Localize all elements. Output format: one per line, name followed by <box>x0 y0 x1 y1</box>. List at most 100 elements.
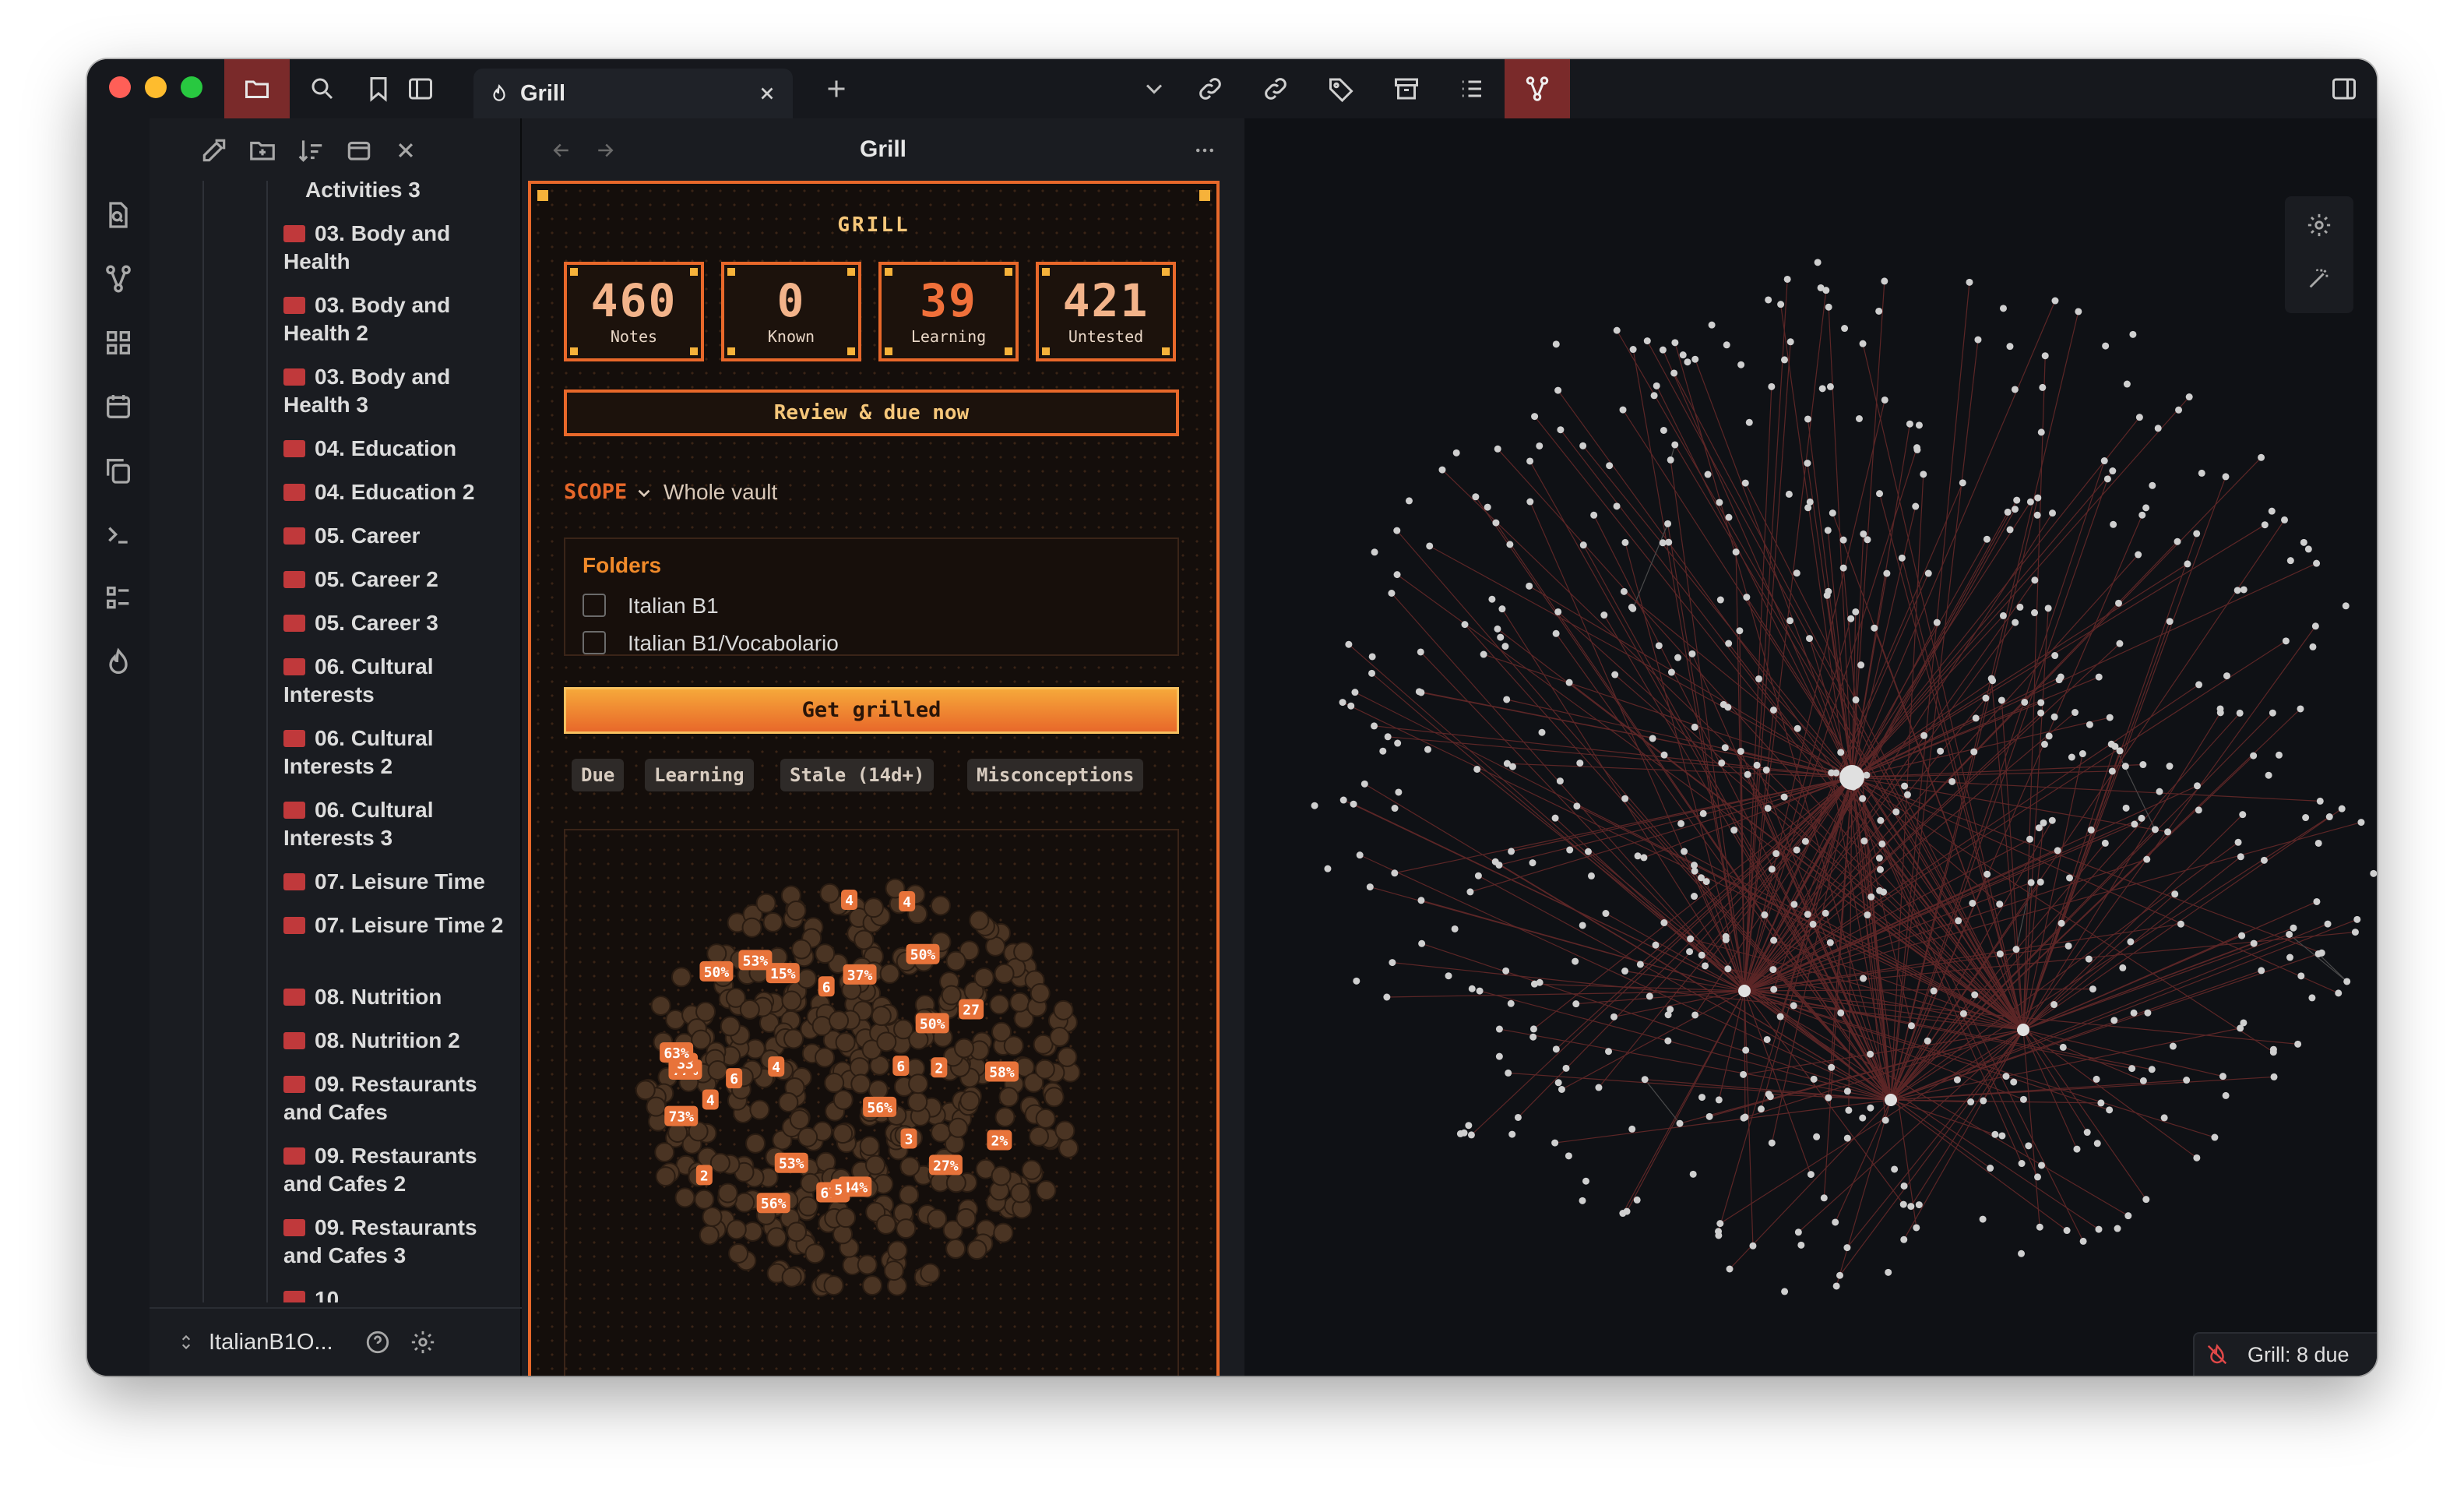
graph-node[interactable] <box>1740 1070 1748 1078</box>
graph-node[interactable] <box>2087 826 2095 834</box>
folder-item[interactable]: 07. Leisure Time 2 <box>283 911 509 939</box>
graph-node[interactable] <box>2316 797 2324 805</box>
graph-node[interactable] <box>1907 1022 1915 1030</box>
graph-node[interactable] <box>1736 627 1744 635</box>
graph-node[interactable] <box>1660 919 1668 927</box>
graph-node[interactable] <box>2129 330 2137 338</box>
graph-node[interactable] <box>1620 587 1628 595</box>
graph-node[interactable] <box>2048 816 2056 824</box>
graph-node[interactable] <box>2018 1160 2026 1168</box>
graph-node[interactable] <box>1621 968 1629 975</box>
graph-node[interactable] <box>1822 909 1829 917</box>
graph-node[interactable] <box>2142 1196 2150 1204</box>
gear-icon[interactable] <box>410 1329 436 1355</box>
card-node[interactable] <box>791 939 812 960</box>
graph-node[interactable] <box>1797 1241 1805 1249</box>
graph-node[interactable] <box>1467 1131 1475 1139</box>
graph-node[interactable] <box>1924 1037 1931 1045</box>
graph-node[interactable] <box>1913 446 1921 453</box>
card-node[interactable] <box>883 1260 904 1281</box>
graph-node[interactable] <box>1777 301 1785 308</box>
graph-node[interactable] <box>1356 851 1364 859</box>
folder-item[interactable]: 10... <box>283 1285 509 1302</box>
graph-node[interactable] <box>1847 615 1855 622</box>
graph-node[interactable] <box>1783 275 1791 283</box>
card-node[interactable] <box>781 1267 802 1288</box>
graph-node[interactable] <box>2130 1009 2138 1017</box>
card-node[interactable] <box>994 1107 1016 1128</box>
graph-node[interactable] <box>2083 1129 2091 1137</box>
graph-node[interactable] <box>2107 740 2115 748</box>
graph-node[interactable] <box>1351 689 1359 696</box>
card-node[interactable] <box>832 1123 854 1144</box>
graph-node[interactable] <box>2031 576 2039 584</box>
graph-node[interactable] <box>1722 932 1730 940</box>
graph-node[interactable] <box>2297 705 2304 713</box>
graph-node[interactable] <box>1629 605 1637 612</box>
graph-node[interactable] <box>2286 953 2293 961</box>
card-node[interactable] <box>1021 1159 1042 1180</box>
graph-node[interactable] <box>1987 675 1995 682</box>
graph-node[interactable] <box>1451 925 1459 932</box>
tags-button[interactable] <box>1308 59 1374 118</box>
close-icon[interactable] <box>757 83 777 104</box>
graph-node[interactable] <box>1793 724 1801 732</box>
graph-node[interactable] <box>1852 608 1860 615</box>
graph-node[interactable] <box>2258 453 2265 461</box>
graph-node[interactable] <box>1498 605 1506 613</box>
graph-node[interactable] <box>1730 827 1738 834</box>
graph-node[interactable] <box>1650 392 1658 400</box>
graph-node[interactable] <box>1765 296 1772 304</box>
graph-node[interactable] <box>1472 493 1480 501</box>
graph-node[interactable] <box>1526 498 1534 506</box>
graph-node[interactable] <box>1826 939 1834 946</box>
graph-view[interactable]: Grill: 8 due <box>1244 118 2377 1376</box>
graph-node[interactable] <box>2093 1140 2101 1147</box>
graph-node[interactable] <box>1715 1096 1723 1104</box>
graph-node[interactable] <box>1999 305 2007 312</box>
more-options-icon[interactable] <box>1193 139 1216 162</box>
graph-node[interactable] <box>1737 747 1744 755</box>
graph-node[interactable] <box>1755 675 1763 682</box>
graph-node[interactable] <box>1514 1113 1522 1121</box>
graph-node[interactable] <box>1623 1207 1631 1215</box>
card-node[interactable] <box>956 1207 977 1228</box>
graph-node[interactable] <box>1737 361 1745 368</box>
graph-node[interactable] <box>2012 619 2019 626</box>
graph-node[interactable] <box>1900 1235 1908 1243</box>
graph-node[interactable] <box>1971 991 1979 999</box>
graph-node[interactable] <box>1687 935 1695 943</box>
graph-node[interactable] <box>1417 897 1425 904</box>
card-node[interactable] <box>959 1091 980 1112</box>
card-node[interactable] <box>734 1192 755 1213</box>
graph-node[interactable] <box>1937 747 1945 755</box>
graph-node[interactable] <box>1664 520 1672 527</box>
card-node[interactable] <box>650 995 671 1016</box>
graph-node[interactable] <box>2308 994 2316 1002</box>
graph-node[interactable] <box>1681 848 1688 855</box>
terminal-icon[interactable] <box>103 519 134 550</box>
gear-icon[interactable] <box>2306 212 2332 238</box>
card-node[interactable] <box>789 1109 810 1130</box>
graph-node[interactable] <box>1691 867 1698 875</box>
graph-node[interactable] <box>1507 999 1515 1007</box>
card-node[interactable] <box>868 1079 889 1100</box>
graph-node[interactable] <box>1530 980 1538 988</box>
folder-item[interactable]: 03. Body and Health 3 <box>283 363 509 419</box>
graph-node[interactable] <box>1828 1063 1836 1071</box>
card-node[interactable] <box>931 1122 952 1143</box>
graph-node[interactable] <box>2121 763 2129 770</box>
graph-node[interactable] <box>1508 1130 1516 1138</box>
graph-node[interactable] <box>1667 668 1675 676</box>
graph-node[interactable] <box>2294 1040 2302 1048</box>
graph-node[interactable] <box>1876 886 1884 894</box>
tab-list-dropdown[interactable] <box>1131 59 1177 118</box>
graph-node[interactable] <box>1716 1220 1724 1228</box>
file-search-icon[interactable] <box>103 199 134 231</box>
graph-node[interactable] <box>2260 856 2268 864</box>
card-node[interactable] <box>695 1001 716 1022</box>
graph-node[interactable] <box>1508 763 1516 770</box>
graph-node[interactable] <box>2193 530 2201 538</box>
graph-node[interactable] <box>1820 1194 1828 1202</box>
graph-node[interactable] <box>2250 752 2258 760</box>
